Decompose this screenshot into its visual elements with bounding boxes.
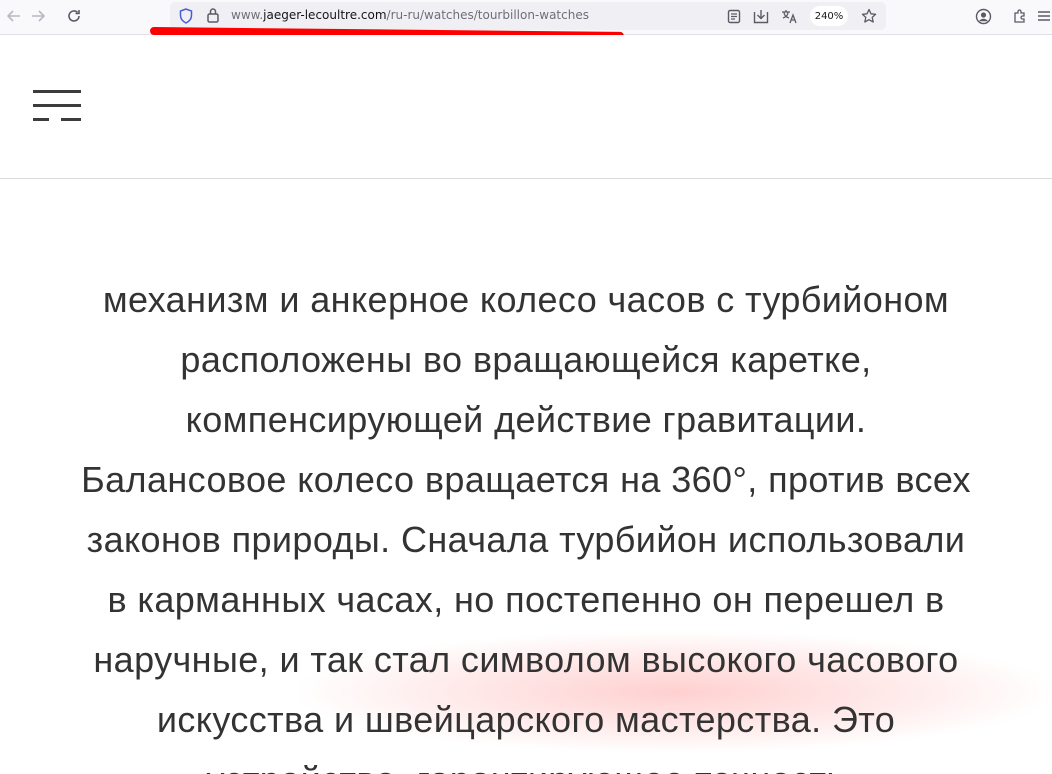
article-line: механизм и анкерное колесо часов с турби… [102, 279, 950, 320]
shield-icon[interactable] [179, 8, 193, 24]
article-paragraph: механизм и анкерное колесо часов с турби… [6, 270, 1046, 774]
url-prefix: www. [231, 8, 264, 22]
site-header [0, 35, 1052, 179]
article-line: в карманных часах, но постепенно он пере… [107, 579, 945, 620]
account-icon[interactable] [971, 5, 995, 27]
translate-icon[interactable] [780, 7, 798, 25]
download-icon[interactable] [752, 7, 770, 25]
article-line: наручные, и так стал символом высокого ч… [93, 639, 959, 680]
forward-icon[interactable] [26, 5, 50, 27]
back-icon[interactable] [2, 5, 26, 27]
reader-view-icon[interactable] [725, 7, 743, 25]
article-line: искусства и швейцарского мастерства. Это [156, 699, 896, 740]
zoom-level-badge[interactable]: 240% [810, 6, 848, 26]
article-line: компенсирующей действие гравитации. [185, 399, 867, 440]
hamburger-menu-icon[interactable] [33, 90, 81, 122]
article-line: Балансовое колесо вращается на 360°, про… [81, 459, 971, 500]
lock-icon[interactable] [206, 7, 220, 24]
article-line: законов природы. Сначала турбийон исполь… [86, 519, 966, 560]
menu-icon[interactable] [1036, 5, 1052, 27]
article-line: устройство, гарантирующее точность [6, 750, 1046, 774]
reload-icon[interactable] [62, 5, 86, 27]
extensions-icon[interactable] [1008, 5, 1032, 27]
article-line: расположены во вращающейся каретке, [180, 339, 872, 380]
article-content: механизм и анкерное колесо часов с турби… [0, 179, 1052, 774]
browser-toolbar: www.jaeger-lecoultre.com/ru-ru/watches/t… [0, 0, 1052, 40]
bookmark-star-icon[interactable] [860, 7, 878, 25]
url-domain: jaeger-lecoultre.com [263, 8, 387, 22]
url-path: /ru-ru/watches/tourbillon-watches [386, 8, 589, 22]
address-bar[interactable]: www.jaeger-lecoultre.com/ru-ru/watches/t… [170, 2, 886, 30]
url-text[interactable]: www.jaeger-lecoultre.com/ru-ru/watches/t… [231, 8, 589, 22]
